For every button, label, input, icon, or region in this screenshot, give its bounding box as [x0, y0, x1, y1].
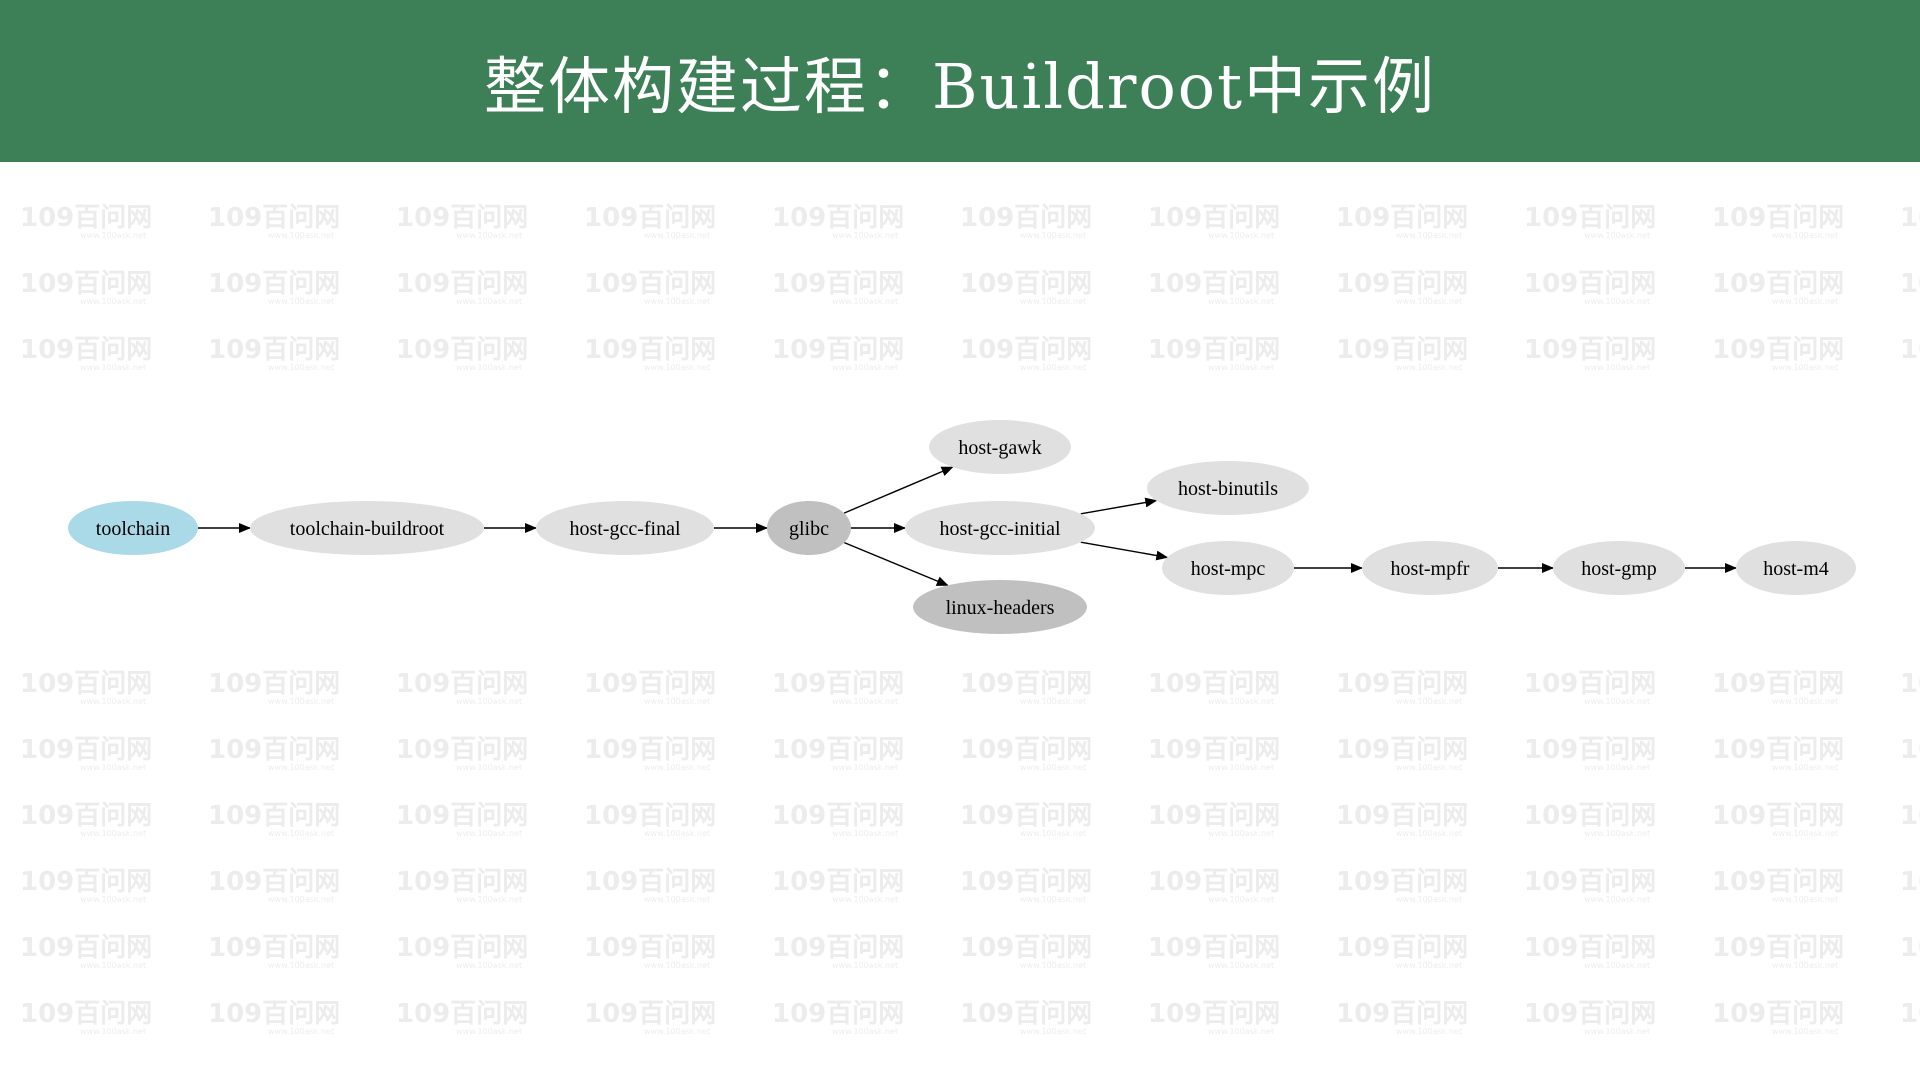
- node-label: host-m4: [1763, 558, 1829, 580]
- node-label: toolchain-buildroot: [290, 518, 445, 540]
- node-host-binutils: host-binutils: [1147, 461, 1309, 515]
- node-host-m4: host-m4: [1736, 541, 1856, 595]
- dependency-graph: toolchain toolchain-buildroot host-gcc-fin…: [68, 420, 1856, 634]
- node-host-mpc: host-mpc: [1162, 541, 1294, 595]
- node-toolchain-buildroot: toolchain-buildroot: [250, 501, 484, 555]
- node-host-gcc-initial: host-gcc-initial: [905, 501, 1095, 555]
- node-host-gmp: host-gmp: [1553, 541, 1685, 595]
- edge-host-gcc-initial-to-host-mpc: [1080, 541, 1169, 561]
- node-label: host-mpc: [1191, 558, 1266, 580]
- node-label: host-gmp: [1581, 558, 1657, 580]
- node-label: linux-headers: [946, 597, 1055, 619]
- slide: 整体构建过程：Buildroot中示例 109百问网 www.100ask.net…: [0, 0, 1920, 1080]
- node-label: host-gcc-final: [569, 518, 681, 540]
- node-label: host-mpfr: [1391, 558, 1470, 580]
- edge-glibc-to-linux-headers: [844, 541, 949, 587]
- node-toolchain: toolchain: [68, 501, 198, 555]
- edge-host-gcc-initial-to-host-binutils: [1080, 497, 1158, 515]
- node-label: toolchain: [96, 518, 170, 540]
- node-label: host-gcc-initial: [939, 518, 1061, 540]
- node-label: glibc: [789, 518, 829, 540]
- node-label: host-gawk: [958, 437, 1041, 459]
- nodes-layer: toolchain toolchain-buildroot host-gcc-fin…: [68, 420, 1856, 634]
- node-label: host-binutils: [1178, 478, 1278, 500]
- node-host-mpfr: host-mpfr: [1362, 541, 1498, 595]
- node-host-gcc-final: host-gcc-final: [536, 501, 714, 555]
- node-host-gawk: host-gawk: [929, 420, 1071, 474]
- edge-glibc-to-host-gawk: [843, 466, 954, 514]
- node-linux-headers: linux-headers: [913, 580, 1087, 634]
- node-glibc: glibc: [767, 501, 851, 555]
